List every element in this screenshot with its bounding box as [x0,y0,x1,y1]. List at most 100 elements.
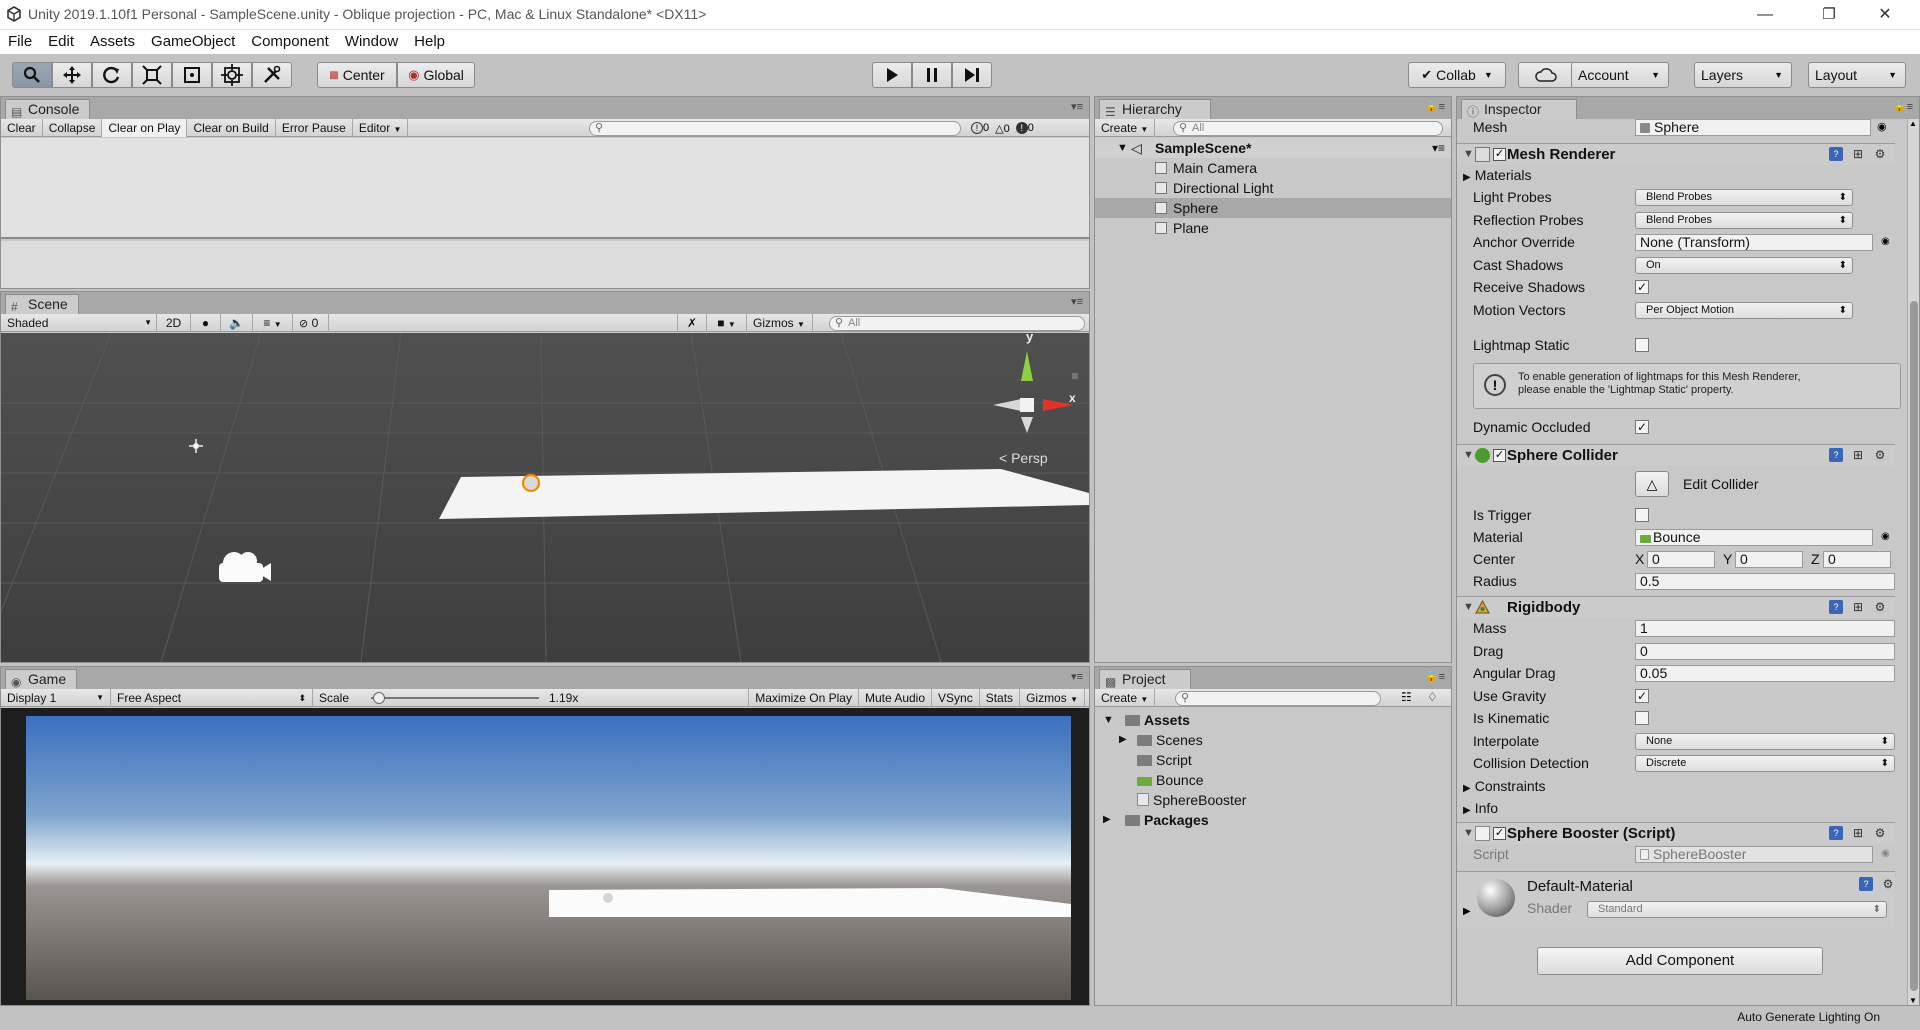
help-book-icon[interactable]: ? [1829,448,1843,462]
add-component-button[interactable]: Add Component [1537,947,1823,975]
layout-dropdown[interactable]: Layout ▼ [1808,62,1906,88]
tab-scene[interactable]: # Scene [5,294,79,314]
scene-menu-icon[interactable]: ▾≡ [1432,138,1445,158]
warning-counter[interactable]: △0 [995,122,1010,135]
object-picker-icon[interactable]: ◉ [1881,236,1890,247]
project-create-dropdown[interactable]: Create ▼ [1095,688,1156,707]
game-viewport[interactable] [1,708,1089,1005]
mesh-renderer-header[interactable]: ▼ ✓ Mesh Renderer ? ⊞ ⚙ [1457,143,1895,165]
hand-tool-button[interactable] [12,62,52,88]
tab-inspector[interactable]: ⓘ Inspector [1461,99,1577,119]
tab-game[interactable]: ◉ Game [5,669,78,689]
custom-tool-button[interactable] [252,62,292,88]
hierarchy-item-directional-light[interactable]: Directional Light [1095,178,1451,198]
receive-shadows-checkbox[interactable]: ✓ [1635,280,1649,294]
project-asset-spherebooster[interactable]: SphereBooster [1095,790,1451,810]
editor-dropdown[interactable]: Editor ▼ [353,118,409,137]
filter-label-icon[interactable]: ♢ [1427,690,1438,704]
step-button[interactable] [952,62,992,88]
project-folder-packages[interactable]: ▶ Packages [1095,810,1451,830]
object-picker-icon[interactable]: ◉ [1877,120,1887,133]
help-book-icon[interactable]: ? [1829,600,1843,614]
clear-button[interactable]: Clear [1,118,43,137]
project-folder-script[interactable]: Script [1095,750,1451,770]
is-trigger-checkbox[interactable] [1635,508,1649,522]
menu-gameobject[interactable]: GameObject [143,30,243,54]
menu-component[interactable]: Component [243,30,337,54]
edit-collider-button[interactable]: △ [1635,471,1669,497]
collider-material-field[interactable]: Bounce [1635,529,1873,546]
console-search-input[interactable]: ⚲ [589,121,961,136]
shader-dropdown[interactable]: Standard [1587,901,1887,918]
radius-field[interactable]: 0.5 [1635,573,1895,590]
vsync-toggle[interactable]: VSync [932,689,980,707]
preset-icon[interactable]: ⊞ [1851,600,1865,614]
close-button[interactable]: ✕ [1862,0,1908,30]
tools-toggle[interactable]: ✗ [677,314,707,332]
stats-toggle[interactable]: Stats [980,689,1021,707]
mute-audio-toggle[interactable]: Mute Audio [859,689,933,707]
reflection-probes-dropdown[interactable]: Blend Probes [1635,212,1853,229]
center-z-field[interactable]: 0 [1823,551,1891,568]
console-log-list[interactable] [1,138,1089,239]
lock-menu-icon[interactable]: 🔒≡ [1425,670,1445,683]
menu-edit[interactable]: Edit [40,30,82,54]
hierarchy-item-sphere[interactable]: Sphere [1095,198,1451,218]
rect-tool-button[interactable] [172,62,212,88]
scrollbar-thumb[interactable] [1910,301,1918,991]
cloud-button[interactable] [1518,62,1574,88]
hierarchy-item-plane[interactable]: Plane [1095,218,1451,238]
pause-button[interactable] [912,62,952,88]
preset-icon[interactable]: ⊞ [1851,448,1865,462]
menu-window[interactable]: Window [337,30,406,54]
gear-icon[interactable]: ⚙ [1873,448,1887,462]
panel-menu-icon[interactable]: ▾≡ [1071,670,1083,683]
rigidbody-header[interactable]: ▼ Rigidbody ? ⊞ ⚙ [1457,596,1895,618]
angular-drag-field[interactable]: 0.05 [1635,665,1895,682]
mesh-renderer-enabled-checkbox[interactable]: ✓ [1493,148,1506,161]
collapse-button[interactable]: Collapse [43,118,103,137]
pivot-center-button[interactable]: ▩ Center [317,62,397,88]
hidden-objects-toggle[interactable]: ⊘ 0 [293,313,329,332]
audio-toggle[interactable]: 🔈 [221,313,253,332]
scale-tool-button[interactable] [132,62,172,88]
inspector-scrollbar[interactable]: ▲ ▼ [1907,119,1919,1005]
lock-menu-icon[interactable]: 🔒≡ [1893,100,1913,113]
center-x-field[interactable]: 0 [1647,551,1715,568]
lock-menu-icon[interactable]: 🔒≡ [1425,100,1445,113]
lighting-toggle[interactable]: ● [191,313,221,332]
tab-console[interactable]: ▤ Console [5,99,91,119]
account-dropdown[interactable]: Account ▼ [1571,62,1669,88]
lightmap-static-checkbox[interactable] [1635,338,1649,352]
project-search-input[interactable]: ⚲ [1175,691,1381,706]
mesh-field[interactable]: Sphere [1635,119,1871,136]
global-space-button[interactable]: ◉ Global [397,62,475,88]
help-book-icon[interactable]: ? [1859,877,1873,891]
sphere-booster-header[interactable]: ▼ ✓ Sphere Booster (Script) ? ⊞ ⚙ [1457,822,1895,844]
maximize-on-play-toggle[interactable]: Maximize On Play [748,689,859,707]
scene-search-input[interactable]: ⚲ All [829,316,1085,331]
filter-type-icon[interactable]: ☷ [1401,690,1412,704]
collapse-arrow-icon[interactable]: ▶ [1463,906,1471,917]
panel-menu-icon[interactable]: ▾≡ [1071,100,1083,113]
menu-file[interactable]: File [0,30,40,54]
sphere-collider-enabled-checkbox[interactable]: ✓ [1493,449,1506,462]
gear-icon[interactable]: ⚙ [1881,877,1895,891]
project-asset-bounce[interactable]: Bounce [1095,770,1451,790]
collision-detection-dropdown[interactable]: Discrete [1635,755,1895,772]
display-dropdown[interactable]: Display 1 ▼ [1,688,111,707]
scroll-down-icon[interactable]: ▼ [1909,996,1917,1005]
is-kinematic-checkbox[interactable] [1635,711,1649,725]
panel-menu-icon[interactable]: ▾≡ [1071,295,1083,308]
center-y-field[interactable]: 0 [1735,551,1803,568]
tab-project[interactable]: ▩ Project [1099,669,1191,689]
collab-dropdown[interactable]: ✔ Collab ▼ [1408,62,1506,88]
help-book-icon[interactable]: ? [1829,826,1843,840]
rotate-tool-button[interactable] [92,62,132,88]
clear-on-build-button[interactable]: Clear on Build [187,118,276,137]
menu-assets[interactable]: Assets [82,30,143,54]
2d-toggle[interactable]: 2D [157,313,191,332]
anchor-override-field[interactable]: None (Transform) [1635,234,1873,251]
scene-root-row[interactable]: ▼ ◁ SampleScene* ▾≡ [1095,138,1451,158]
light-probes-dropdown[interactable]: Blend Probes [1635,189,1853,206]
